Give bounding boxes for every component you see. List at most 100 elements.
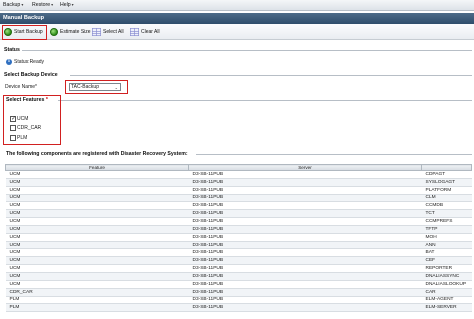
component-cell: TCT xyxy=(421,209,472,219)
highlight-features xyxy=(3,95,61,145)
select-all-label: Select All xyxy=(103,29,124,35)
component-cell: SYSLOGAGT xyxy=(421,178,472,187)
feature-cell: UCM xyxy=(5,248,189,258)
table-row: CDR_CAR D3-SB-11PUB CAR xyxy=(5,288,472,297)
status-text: Status:Ready xyxy=(14,59,45,65)
menu-backup-label: Backup xyxy=(3,2,21,8)
divider xyxy=(58,100,472,101)
toolbar: Start Backup Estimate Size Select All Cl… xyxy=(0,24,474,40)
component-cell: CDPAGT xyxy=(421,170,472,179)
estimate-size-label: Estimate Size xyxy=(60,29,91,35)
estimate-size-button[interactable]: Estimate Size xyxy=(50,27,91,37)
component-cell: CEF xyxy=(421,256,472,266)
components-heading: The following components are registered … xyxy=(6,151,188,157)
table-row: UCM D3-SB-11PUB CDPAGT xyxy=(5,170,472,179)
grid-icon xyxy=(92,28,101,36)
server-cell: D3-SB-11PUB xyxy=(188,170,422,179)
feature-cell: PLM xyxy=(5,303,189,313)
table-row: UCM D3-SB-11PUB DNALIASLOOKUP xyxy=(5,280,472,289)
component-cell: CLM xyxy=(421,194,472,203)
component-cell: ELM-SERVER xyxy=(421,303,472,313)
server-cell: D3-SB-11PUB xyxy=(188,264,422,273)
feature-cell: UCM xyxy=(5,264,189,273)
menu-restore[interactable]: Restore▾ xyxy=(32,2,53,8)
table-row: UCM D3-SB-11PUB CLM xyxy=(5,194,472,203)
component-cell: PLATFORM xyxy=(421,186,472,195)
menu-bar: Backup▾ Restore▾ Help▾ xyxy=(0,0,474,11)
page-title-bar: Manual Backup xyxy=(0,13,474,24)
highlight-device xyxy=(65,80,128,94)
component-cell: BAT xyxy=(421,248,472,258)
server-cell: D3-SB-11PUB xyxy=(188,248,422,258)
feature-cell: UCM xyxy=(5,280,189,289)
table-row: UCM D3-SB-11PUB PLATFORM xyxy=(5,186,472,195)
feature-cell: UCM xyxy=(5,170,189,179)
table-row: UCM D3-SB-11PUB SYSLOGAGT xyxy=(5,178,472,187)
menu-restore-label: Restore xyxy=(32,2,51,8)
device-heading: Select Backup Device xyxy=(4,72,58,78)
components-table-body: UCM D3-SB-11PUB CDPAGT UCM D3-SB-11PUB SYSLOG… xyxy=(5,170,472,313)
server-cell: D3-SB-11PUB xyxy=(188,194,422,203)
clear-all-label: Clear All xyxy=(141,29,160,35)
table-row: UCM D3-SB-11PUB DNALIASSYNC xyxy=(5,272,472,281)
chevron-down-icon: ▾ xyxy=(21,2,24,7)
component-cell: DNALIASSYNC xyxy=(421,272,472,281)
server-cell: D3-SB-11PUB xyxy=(188,201,422,211)
server-cell: D3-SB-11PUB xyxy=(188,233,422,242)
server-cell: D3-SB-11PUB xyxy=(188,280,422,289)
status-heading: Status xyxy=(4,47,20,53)
feature-cell: PLM xyxy=(5,296,189,305)
divider xyxy=(196,154,472,155)
device-name-label: Device Name* xyxy=(5,84,37,90)
divider xyxy=(22,50,472,51)
feature-cell: UCM xyxy=(5,233,189,242)
component-cell: REPORTER xyxy=(421,264,472,273)
table-row: PLM D3-SB-11PUB ELM-SERVER xyxy=(5,303,472,313)
server-cell: D3-SB-11PUB xyxy=(188,272,422,281)
server-cell: D3-SB-11PUB xyxy=(188,217,422,226)
table-row: UCM D3-SB-11PUB BAT xyxy=(5,248,472,258)
table-row: UCM D3-SB-11PUB TFTP xyxy=(5,225,472,234)
table-row: UCM D3-SB-11PUB TCT xyxy=(5,209,472,219)
component-cell: CCMPREFS xyxy=(421,217,472,226)
table-row: UCM D3-SB-11PUB CCMPREFS xyxy=(5,217,472,226)
table-row: UCM D3-SB-11PUB CEF xyxy=(5,256,472,266)
component-cell: DNALIASLOOKUP xyxy=(421,280,472,289)
highlight-start-backup xyxy=(2,25,47,40)
feature-cell: UCM xyxy=(5,186,189,195)
table-row: PLM D3-SB-11PUB ELM-AGENT xyxy=(5,296,472,305)
chevron-down-icon: ▾ xyxy=(71,2,74,7)
feature-cell: UCM xyxy=(5,225,189,234)
clear-all-button[interactable]: Clear All xyxy=(130,27,160,37)
feature-cell: UCM xyxy=(5,194,189,203)
grid-icon xyxy=(130,28,139,36)
component-cell: MOH xyxy=(421,233,472,242)
server-cell: D3-SB-11PUB xyxy=(188,303,422,313)
component-cell: TFTP xyxy=(421,225,472,234)
component-cell: ANN xyxy=(421,241,472,250)
server-cell: D3-SB-11PUB xyxy=(188,178,422,187)
feature-cell: CDR_CAR xyxy=(5,288,189,297)
select-all-button[interactable]: Select All xyxy=(92,27,124,37)
feature-cell: UCM xyxy=(5,201,189,211)
chevron-down-icon: ▾ xyxy=(51,2,54,7)
feature-cell: UCM xyxy=(5,256,189,266)
menu-backup[interactable]: Backup▾ xyxy=(3,2,23,8)
estimate-icon xyxy=(50,28,58,36)
server-cell: D3-SB-11PUB xyxy=(188,241,422,250)
components-table: Feature Server UCM D3-SB-11PUB CDPAGT UCM D3… xyxy=(5,164,472,313)
page-title: Manual Backup xyxy=(3,15,45,21)
server-cell: D3-SB-11PUB xyxy=(188,296,422,305)
feature-cell: UCM xyxy=(5,241,189,250)
feature-cell: UCM xyxy=(5,209,189,219)
menu-help-label: Help xyxy=(60,2,71,8)
component-cell: ELM-AGENT xyxy=(421,296,472,305)
server-cell: D3-SB-11PUB xyxy=(188,288,422,297)
component-cell: CCMDB xyxy=(421,201,472,211)
status-row: i Status:Ready xyxy=(6,59,44,65)
feature-cell: UCM xyxy=(5,272,189,281)
server-cell: D3-SB-11PUB xyxy=(188,186,422,195)
table-row: UCM D3-SB-11PUB REPORTER xyxy=(5,264,472,273)
menu-help[interactable]: Help▾ xyxy=(60,2,74,8)
divider xyxy=(70,75,472,76)
